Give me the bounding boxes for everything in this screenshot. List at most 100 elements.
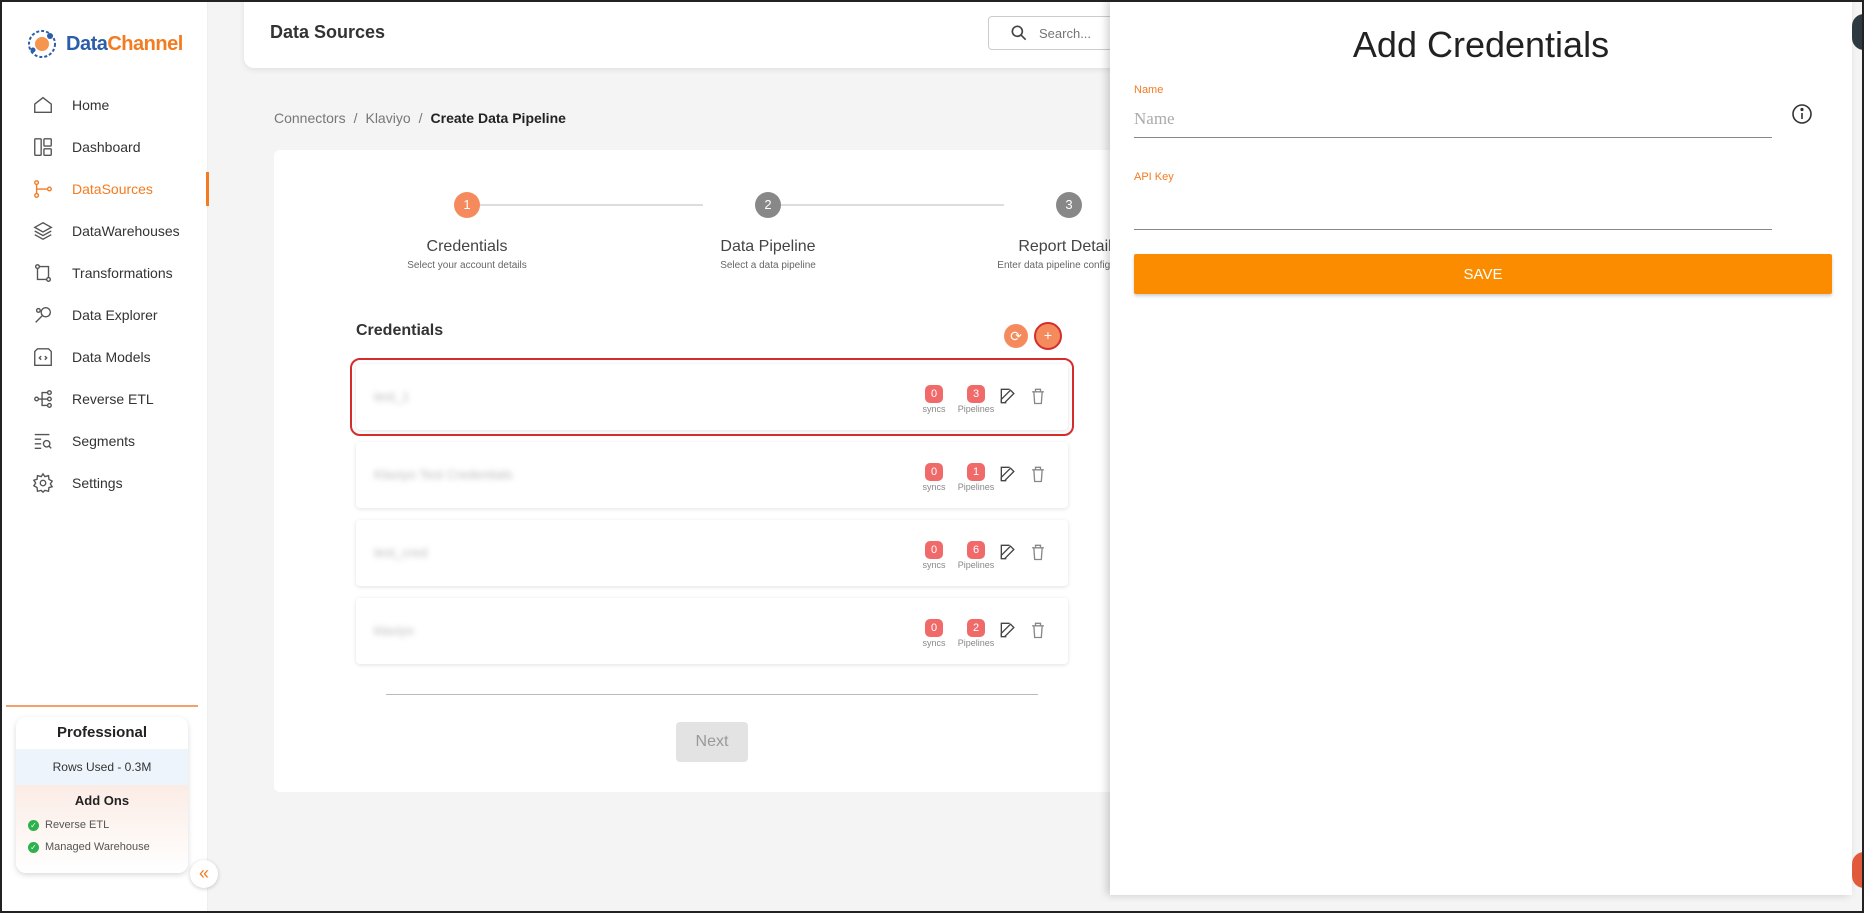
sidebar-item-datasources[interactable]: DataSources — [0, 168, 209, 210]
page-title: Data Sources — [270, 22, 386, 42]
add-credential-button[interactable]: + — [1034, 322, 1062, 350]
syncs-badge: 0 — [925, 619, 943, 637]
api-key-field[interactable] — [1134, 192, 1772, 230]
addon-item: ✓ Reverse ETL — [16, 814, 188, 836]
sidebar-item-label: Dashboard — [72, 139, 141, 155]
brand-name-first: Data — [66, 32, 108, 55]
stepper-connector — [477, 204, 703, 206]
info-icon[interactable] — [1790, 102, 1814, 126]
pipelines-badge: 2 — [967, 619, 985, 637]
refresh-button[interactable]: ⟳ — [1004, 324, 1028, 348]
syncs-label: syncs — [922, 482, 946, 492]
edit-icon[interactable] — [998, 386, 1018, 406]
next-button[interactable]: Next — [676, 722, 748, 762]
step-2-number[interactable]: 2 — [755, 192, 781, 218]
pipelines-label: Pipelines — [957, 404, 995, 414]
brand-logo[interactable]: DataChannel — [24, 24, 183, 64]
breadcrumb-current: Create Data Pipeline — [430, 110, 566, 126]
avatar[interactable] — [1852, 14, 1864, 50]
help-widget-icon[interactable] — [1852, 852, 1864, 888]
pipelines-count: 2 Pipelines — [956, 618, 996, 648]
syncs-count: 0 syncs — [914, 384, 954, 414]
credential-row[interactable]: Klaviyo Test Credentials 0 syncs 1 Pipelin… — [356, 442, 1068, 508]
sidebar-item-data-models[interactable]: Data Models — [0, 336, 208, 378]
step-2-label: Data Pipeline — [720, 238, 816, 255]
plan-name: Professional — [56, 724, 148, 741]
sidebar-item-data-explorer[interactable]: Data Explorer — [0, 294, 208, 336]
delete-icon[interactable] — [1028, 464, 1048, 484]
delete-icon[interactable] — [1028, 542, 1048, 562]
sidebar-item-reverse-etl[interactable]: Reverse ETL — [0, 378, 208, 420]
logo-icon — [28, 30, 56, 58]
addon-label: Reverse ETL — [45, 819, 110, 831]
delete-icon[interactable] — [1028, 620, 1048, 640]
syncs-label: syncs — [922, 404, 946, 414]
sidebar-item-label: Data Models — [72, 349, 151, 365]
data-models-icon — [34, 348, 52, 366]
sidebar-item-transformations[interactable]: Transformations — [0, 252, 208, 294]
pipelines-badge: 1 — [967, 463, 985, 481]
sidebar-nav: Home Dashboard DataSources DataWarehouse… — [0, 84, 209, 504]
syncs-badge: 0 — [925, 385, 943, 403]
reverse-etl-icon — [34, 390, 52, 408]
step-3-number[interactable]: 3 — [1056, 192, 1082, 218]
check-icon: ✓ — [28, 841, 39, 853]
sidebar-item-label: Segments — [72, 433, 136, 449]
syncs-label: syncs — [922, 638, 946, 648]
check-icon: ✓ — [28, 819, 39, 831]
sidebar-item-label: Home — [72, 97, 110, 113]
stepper-connector — [778, 204, 1004, 206]
step-1-number[interactable]: 1 — [454, 192, 480, 218]
sidebar-item-segments[interactable]: Segments — [0, 420, 208, 462]
edit-icon[interactable] — [998, 620, 1018, 640]
name-field-label: Name — [1134, 84, 1164, 96]
sidebar-item-home[interactable]: Home — [0, 84, 208, 126]
brand-name: DataChannel — [66, 33, 183, 56]
plan-addons-title: Add Ons — [74, 793, 130, 808]
collapse-sidebar-button[interactable]: « — [190, 860, 218, 888]
syncs-badge: 0 — [925, 463, 943, 481]
sidebar-item-settings[interactable]: Settings — [0, 462, 208, 504]
syncs-badge: 0 — [925, 541, 943, 559]
layers-icon — [33, 221, 53, 241]
credential-row[interactable]: test_cred 0 syncs 6 Pipelines — [356, 520, 1068, 586]
plan-rows-used: Rows Used - 0.3M — [16, 749, 188, 785]
breadcrumb-connectors[interactable]: Connectors — [274, 110, 346, 126]
breadcrumb-separator: / — [418, 110, 423, 126]
pipelines-label: Pipelines — [957, 560, 995, 570]
syncs-count: 0 syncs — [914, 462, 954, 492]
edit-icon[interactable] — [998, 464, 1018, 484]
sidebar-item-label: DataWarehouses — [72, 223, 180, 239]
plan-addons: Add Ons ✓ Reverse ETL ✓ Managed Warehouse — [16, 785, 188, 873]
edit-icon[interactable] — [998, 542, 1018, 562]
credential-name: test_cred — [374, 545, 428, 560]
breadcrumb-klaviyo[interactable]: Klaviyo — [365, 110, 410, 126]
add-credentials-panel: Add Credentials Name API Key SAVE — [1110, 0, 1852, 895]
pipelines-label: Pipelines — [957, 482, 995, 492]
addon-item: ✓ Managed Warehouse — [16, 836, 188, 858]
credential-name: Klaviyo Test Credentials — [374, 467, 513, 482]
pipelines-count: 1 Pipelines — [956, 462, 996, 492]
sidebar-item-label: Reverse ETL — [72, 391, 154, 407]
pipelines-count: 3 Pipelines — [956, 384, 996, 414]
step-1-sub: Select your account details — [407, 260, 527, 271]
step-1-label: Credentials — [426, 238, 508, 255]
explorer-icon — [35, 306, 52, 323]
credential-row[interactable]: test_1 0 syncs 3 Pipelines — [350, 358, 1074, 436]
credential-row[interactable]: klaviyo 0 syncs 2 Pipelines — [356, 598, 1068, 664]
sidebar-item-datawarehouses[interactable]: DataWarehouses — [0, 210, 208, 252]
home-icon — [34, 96, 52, 114]
breadcrumb: Connectors / Klaviyo / Create Data Pipel… — [274, 110, 566, 126]
sidebar-item-label: DataSources — [72, 181, 153, 197]
addon-label: Managed Warehouse — [45, 841, 150, 853]
panel-title: Add Credentials — [1352, 24, 1610, 65]
sidebar-item-label: Settings — [72, 475, 123, 491]
name-field[interactable] — [1134, 100, 1772, 138]
save-button[interactable]: SAVE — [1134, 254, 1832, 294]
delete-icon[interactable] — [1028, 386, 1048, 406]
sidebar-item-dashboard[interactable]: Dashboard — [0, 126, 208, 168]
sidebar: DataChannel Home Dashboard DataSources D… — [0, 0, 218, 913]
sidebar-item-label: Data Explorer — [72, 307, 158, 323]
credential-name: test_1 — [374, 389, 410, 404]
api-key-field-label: API Key — [1134, 171, 1174, 183]
